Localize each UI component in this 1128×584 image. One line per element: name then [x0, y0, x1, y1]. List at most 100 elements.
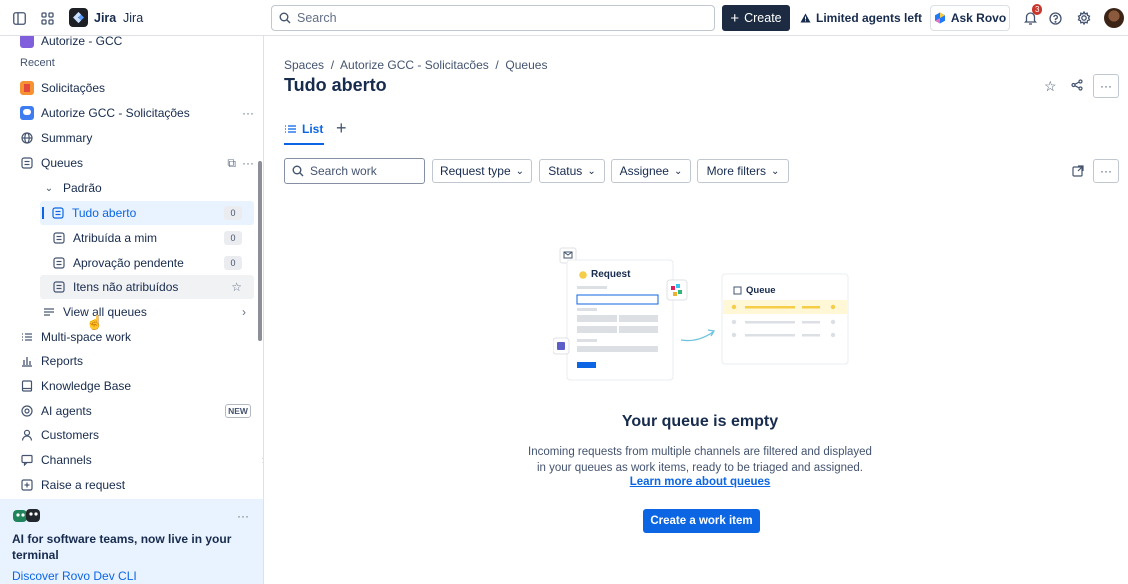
recent-label: Recent	[20, 57, 55, 69]
limited-agents-button[interactable]: Limited agents left	[800, 5, 922, 31]
create-work-item-button[interactable]: Create a work item	[643, 509, 760, 533]
view-more-button[interactable]: ···	[1093, 159, 1119, 183]
sidebar-item-channels[interactable]: Channels ›	[20, 449, 263, 471]
global-search-input[interactable]: Search	[271, 5, 715, 31]
share-icon[interactable]	[1071, 78, 1083, 94]
sidebar-item-autorize-gcc[interactable]: Autorize - GCC	[20, 36, 122, 52]
queue-icon	[52, 256, 66, 270]
search-icon	[279, 12, 291, 24]
tab-list[interactable]: List	[284, 122, 323, 136]
chevron-down-icon: ⌄	[770, 165, 780, 177]
sidebar-item-view-all-queues[interactable]: View all queues ›	[42, 301, 254, 323]
request-type-filter[interactable]: Request type ⌄	[432, 159, 532, 183]
promo-title: AI for software teams, now live in your …	[12, 532, 232, 562]
sidebar-item-ai-agents[interactable]: AI agents	[20, 400, 254, 422]
sidebar-item-label: View all queues	[63, 305, 147, 319]
create-button[interactable]: + Create	[722, 5, 790, 31]
add-tab-icon[interactable]: +	[336, 118, 347, 139]
filter-label: More filters	[706, 164, 766, 178]
chevron-down-icon: ⌄	[673, 165, 683, 177]
sidebar-item-label: Tudo aberto	[72, 206, 137, 220]
star-icon[interactable]: ☆	[1044, 78, 1057, 95]
chat-icon	[20, 453, 34, 467]
illustration-queue-label: Queue	[746, 285, 776, 296]
jira-logo-icon[interactable]	[69, 8, 88, 27]
empty-queue-illustration	[553, 247, 849, 381]
sidebar-item-solicitacoes[interactable]: Solicitações	[20, 77, 105, 99]
sidebar-item-label: Autorize GCC - Solicitações	[41, 106, 190, 120]
chevron-right-icon: ›	[242, 305, 246, 319]
list-icon	[285, 125, 296, 133]
sidebar-item-label: Queues	[41, 156, 84, 170]
sidebar-item-itens-nao-atribuidos[interactable]: Itens não atribuídos ☆	[52, 276, 254, 298]
sidebar-item-padrao[interactable]: ⌄ Padrão	[42, 177, 102, 199]
learn-more-link[interactable]: Learn more about queues	[440, 476, 960, 488]
sidebar-item-label: Solicitações	[41, 81, 106, 95]
sidebar-item-queues[interactable]: Queues ⧉ ···	[20, 152, 254, 174]
sidebar-toggle-icon[interactable]	[10, 9, 28, 27]
chevron-right-icon: ›	[262, 453, 263, 467]
search-work-input[interactable]: Search work	[284, 158, 425, 184]
sidebar-item-aprovacao[interactable]: Aprovação pendente 0	[52, 252, 254, 274]
sidebar-item-label: Itens não atribuídos	[73, 280, 179, 294]
promo-more-icon[interactable]: ···	[237, 509, 249, 523]
sidebar-item-label: Autorize - GCC	[41, 36, 123, 48]
queue-icon	[20, 156, 34, 170]
app-name-secondary: Jira	[123, 11, 144, 25]
promo-illustration-icon	[12, 508, 42, 524]
bar-chart-icon	[20, 354, 34, 368]
sidebar-item-tudo-aberto[interactable]: Tudo aberto 0	[42, 202, 254, 224]
queue-count-badge: 0	[224, 231, 242, 245]
list-bullets-icon	[20, 330, 34, 344]
project-avatar-icon	[20, 81, 34, 95]
empty-state-title: Your queue is empty	[621, 413, 779, 430]
promo-link[interactable]: Discover Rovo Dev CLI	[12, 569, 137, 583]
sidebar-item-label: Channels	[41, 453, 92, 467]
queues-more-icon[interactable]: ···	[242, 156, 254, 170]
ask-rovo-button[interactable]: Ask Rovo	[930, 5, 1010, 31]
tab-selected-underline	[284, 143, 324, 145]
add-square-icon	[20, 478, 34, 492]
sidebar-item-atribuida[interactable]: Atribuída a mim 0	[52, 227, 254, 249]
settings-gear-icon[interactable]	[1075, 9, 1093, 27]
queue-icon	[52, 231, 66, 245]
filter-label: Assignee	[619, 164, 669, 178]
sidebar-item-summary[interactable]: Summary	[20, 127, 92, 149]
sidebar-item-customers[interactable]: Customers	[20, 424, 99, 446]
sidebar-item-label: Reports	[41, 354, 84, 368]
user-avatar[interactable]	[1104, 8, 1124, 28]
ai-agent-icon	[20, 404, 34, 418]
sidebar-item-label: Knowledge Base	[41, 379, 132, 393]
chevron-down-icon: ⌄	[587, 165, 596, 177]
sidebar-item-raise-request[interactable]: Raise a request	[20, 474, 125, 496]
sidebar-scrollbar[interactable]	[258, 161, 262, 341]
sidebar: Autorize - GCC Recent Solicitações Autor…	[0, 36, 264, 584]
new-badge: NEW	[225, 404, 251, 418]
app-switcher-icon[interactable]	[38, 9, 56, 27]
help-icon[interactable]	[1046, 9, 1064, 27]
sidebar-item-label: Multi-space work	[41, 330, 132, 344]
rovo-dev-promo: ··· AI for software teams, now live in y…	[0, 499, 263, 584]
app-name[interactable]: Jira	[94, 11, 116, 25]
create-label: Create	[744, 11, 782, 25]
sidebar-item-knowledge-base[interactable]: Knowledge Base	[20, 375, 131, 397]
person-icon	[20, 428, 34, 442]
star-icon[interactable]: ☆	[231, 280, 242, 294]
sidebar-item-reports[interactable]: Reports	[20, 350, 83, 372]
status-filter[interactable]: Status ⌄	[539, 159, 605, 183]
more-filters-button[interactable]: More filters ⌄	[697, 159, 789, 183]
project-more-icon[interactable]: ···	[242, 106, 254, 120]
book-icon	[20, 379, 34, 393]
open-in-new-icon[interactable]	[1065, 159, 1091, 183]
open-external-icon[interactable]: ⧉	[227, 156, 236, 171]
breadcrumb[interactable]: Spaces / Autorize GCC - Solicitacões / Q…	[284, 58, 547, 72]
page-more-button[interactable]: ···	[1093, 74, 1119, 98]
selected-indicator	[42, 207, 44, 219]
search-placeholder: Search	[297, 11, 337, 25]
chevron-down-icon: ⌄	[515, 165, 525, 177]
illustration-request-label: Request	[591, 269, 631, 280]
sidebar-item-project[interactable]: Autorize GCC - Solicitações ···	[20, 102, 254, 124]
sidebar-item-multi-space[interactable]: Multi-space work	[20, 326, 131, 348]
assignee-filter[interactable]: Assignee ⌄	[611, 159, 691, 183]
filter-label: Request type	[439, 164, 511, 178]
